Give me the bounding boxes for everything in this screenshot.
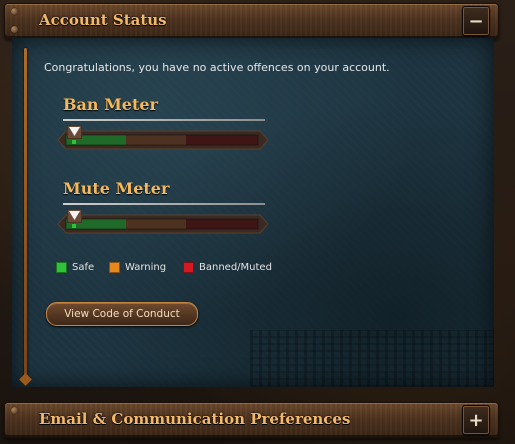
account-status-title: Account Status [39, 11, 167, 29]
bolt-icon [11, 8, 18, 15]
ban-meter-line [63, 119, 265, 121]
legend-banned: Banned/Muted [183, 262, 272, 273]
view-code-of-conduct-button[interactable]: View Code of Conduct [46, 302, 198, 326]
ban-meter-track [56, 128, 270, 152]
minus-icon: − [468, 10, 484, 32]
mute-meter-marker [72, 224, 76, 228]
bolt-icon [11, 26, 18, 33]
warning-swatch [109, 262, 120, 273]
expand-button[interactable]: + [462, 405, 490, 435]
plus-icon: + [468, 409, 484, 431]
legend-safe-label: Safe [72, 262, 95, 273]
mute-meter-pointer [66, 208, 83, 224]
legend-banned-label: Banned/Muted [199, 262, 272, 273]
ban-meter-label: Ban Meter [63, 95, 158, 114]
mute-meter-line [63, 203, 265, 205]
email-preferences-title: Email & Communication Preferences [39, 410, 351, 428]
legend-safe: Safe [56, 262, 94, 273]
grunge-texture [250, 330, 494, 387]
mute-meter-label: Mute Meter [63, 179, 170, 198]
legend-warning-label: Warning [125, 262, 167, 273]
rope-decoration [24, 48, 27, 378]
collapse-button[interactable]: − [462, 6, 490, 36]
status-message: Congratulations, you have no active offe… [44, 61, 390, 74]
safe-swatch [56, 262, 67, 273]
legend-warning: Warning [109, 262, 166, 273]
email-preferences-header[interactable]: Email & Communication Preferences + [4, 402, 499, 438]
banned-swatch [183, 262, 194, 273]
ban-meter-pointer [66, 124, 83, 140]
account-status-header[interactable]: Account Status − [4, 3, 499, 39]
mute-meter-track [56, 212, 270, 236]
bolt-icon [11, 407, 18, 414]
ban-meter-marker [72, 140, 76, 144]
